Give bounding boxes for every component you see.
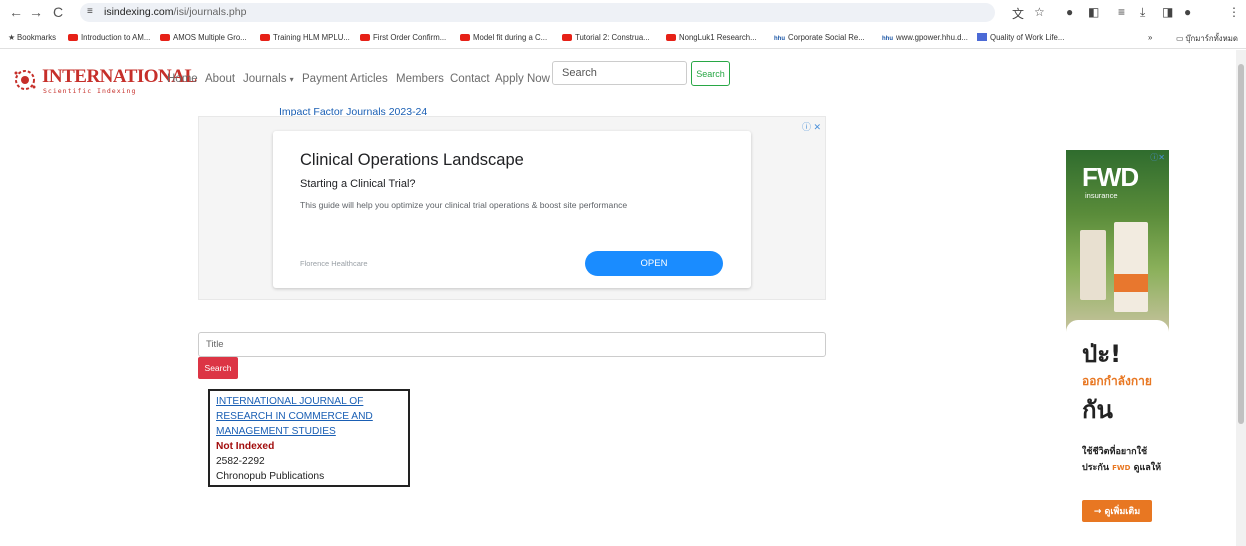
nav-about[interactable]: About (205, 73, 235, 85)
nav-apply-now[interactable]: Apply Now (495, 73, 550, 85)
hhu-icon: hhu (882, 36, 893, 42)
site-logo[interactable]: INTERNATIONAL Scientific Indexing (12, 66, 197, 95)
journal-result-card: INTERNATIONAL JOURNAL OF RESEARCH IN COM… (208, 389, 410, 487)
nav-contact[interactable]: Contact (450, 73, 490, 85)
ad-open-button[interactable]: OPEN (585, 251, 723, 276)
bookmark-item[interactable]: hhu Corporate Social Re... (774, 33, 865, 42)
side-ad-line1: ป่ะ! (1082, 340, 1122, 368)
page-scrollbar[interactable] (1236, 50, 1246, 546)
bookmark-item[interactable]: AMOS Multiple Gro... (160, 33, 247, 42)
ad-advertiser: Florence Healthcare (300, 259, 368, 268)
side-ad-cta-button[interactable]: → ดูเพิ่มเติม (1082, 500, 1152, 522)
bookmark-star-icon[interactable]: ☆ (1034, 5, 1045, 19)
extension-icon[interactable]: ● (1066, 5, 1073, 19)
youtube-icon (562, 34, 572, 41)
sidepanel-icon[interactable]: ◨ (1162, 5, 1173, 19)
address-bar[interactable]: ≡ isindexing.com/isi/journals.php (80, 3, 995, 22)
reload-icon[interactable]: C (50, 4, 66, 20)
nav-home[interactable]: Home (167, 73, 198, 85)
ad-close-icon[interactable]: ⓘ ✕ (802, 120, 821, 133)
site-info-icon[interactable]: ≡ (87, 6, 93, 17)
site-navbar: INTERNATIONAL Scientific Indexing Home A… (0, 50, 1236, 100)
bookmark-item[interactable]: NongLuk1 Research... (666, 33, 757, 42)
translate-icon[interactable]: 文 (1012, 5, 1024, 22)
hhu-icon: hhu (774, 36, 785, 42)
side-ad-body: ป่ะ! ออกกำลังกาย กัน ใช้ชีวิตที่อยากใช้ … (1066, 320, 1169, 546)
side-ad-close-icon[interactable]: ⓘ✕ (1150, 152, 1165, 163)
youtube-icon (160, 34, 170, 41)
logo-globe-icon (14, 70, 36, 90)
bookmarks-bar: ★ Bookmarks Introduction to AM... AMOS Mu… (0, 27, 1246, 49)
side-ad-photo: FWD insurance ⓘ✕ (1066, 150, 1169, 333)
fwd-logo: FWD (1082, 162, 1139, 192)
bookmark-item[interactable]: ★ Bookmarks (8, 33, 56, 42)
journal-title-link[interactable]: INTERNATIONAL JOURNAL OF RESEARCH IN COM… (216, 394, 402, 439)
runner-shorts (1114, 274, 1148, 292)
caret-down-icon: ▾ (289, 75, 294, 84)
runner-figure (1080, 230, 1106, 300)
bookmark-item[interactable]: Model fit during a C... (460, 33, 547, 42)
fwd-logo-sub: insurance (1085, 191, 1118, 200)
youtube-icon (260, 34, 270, 41)
youtube-icon (666, 34, 676, 41)
forward-arrow-icon[interactable]: → (28, 4, 44, 20)
ad-body: This guide will help you optimize your c… (300, 200, 628, 210)
bookmarks-overflow-button[interactable]: » (1148, 33, 1152, 42)
bookmark-icon (977, 33, 987, 41)
nav-journals[interactable]: Journals ▾ (243, 73, 294, 85)
journal-publisher: Chronopub Publications (216, 471, 325, 482)
ad-card[interactable]: Clinical Operations Landscape Starting a… (273, 131, 751, 288)
ad-subheadline: Starting a Clinical Trial? (300, 178, 416, 190)
all-bookmarks-item[interactable]: ▭ บุ๊กมาร์กทั้งหมด (1176, 33, 1238, 45)
side-ad-tagline: ใช้ชีวิตที่อยากใช้ ประกัน FWD ดูแลให้ (1082, 447, 1162, 473)
side-ad-line3: กัน (1082, 396, 1113, 424)
site-search-button[interactable]: Search (691, 61, 730, 86)
star-icon: ★ (8, 33, 15, 42)
nav-payment[interactable]: Payment (302, 73, 347, 85)
puzzle-icon[interactable]: ◧ (1088, 5, 1099, 19)
scrollbar-thumb[interactable] (1238, 64, 1244, 424)
bookmark-item[interactable]: Quality of Work Life... (977, 33, 1064, 42)
bookmark-item[interactable]: First Order Confirm... (360, 33, 446, 42)
media-icon[interactable]: ≡ (1118, 5, 1125, 19)
bookmark-item[interactable]: Introduction to AM... (68, 33, 150, 42)
logo-subtitle: Scientific Indexing (43, 87, 137, 95)
side-ad-line2: ออกกำลังกาย (1082, 374, 1152, 388)
title-search-button[interactable]: Search (198, 357, 238, 379)
journal-issn: 2582-2292 (216, 456, 265, 467)
bookmark-item[interactable]: hhu www.gpower.hhu.d... (882, 33, 968, 42)
nav-articles[interactable]: Articles (350, 73, 388, 85)
runner-figure (1114, 222, 1148, 312)
site-search-input[interactable] (552, 61, 687, 85)
back-arrow-icon[interactable]: ← (8, 4, 24, 20)
ad-headline: Clinical Operations Landscape (300, 151, 524, 169)
side-ad[interactable]: FWD insurance ⓘ✕ ป่ะ! ออกกำลังกาย กัน ใช… (1066, 150, 1169, 546)
youtube-icon (68, 34, 78, 41)
menu-dots-icon[interactable]: ⋮ (1228, 5, 1240, 19)
ad-banner: ⓘ ✕ Clinical Operations Landscape Starti… (198, 116, 826, 300)
folder-icon: ▭ (1176, 34, 1186, 43)
youtube-icon (360, 34, 370, 41)
title-search-input[interactable] (198, 332, 826, 357)
profile-avatar-icon[interactable]: ● (1184, 5, 1191, 19)
nav-members[interactable]: Members (396, 73, 444, 85)
youtube-icon (460, 34, 470, 41)
browser-toolbar: ← → C ≡ isindexing.com/isi/journals.php … (0, 0, 1246, 24)
bookmark-item[interactable]: Tutorial 2: Construa... (562, 33, 650, 42)
index-status: Not Indexed (216, 441, 275, 452)
url-text: isindexing.com/isi/journals.php (104, 6, 247, 18)
bookmark-item[interactable]: Training HLM MPLU... (260, 33, 350, 42)
download-icon[interactable]: ⤓ (1140, 5, 1145, 20)
